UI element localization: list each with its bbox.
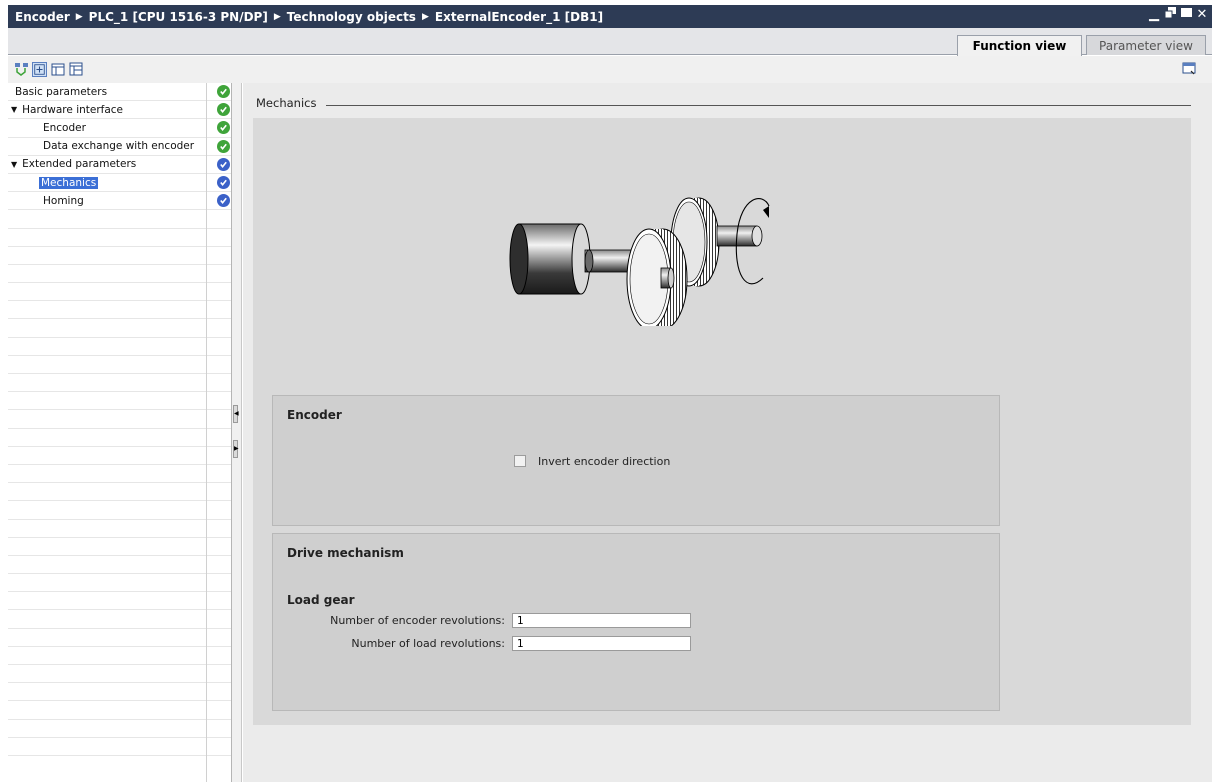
- collapse-tree-icon[interactable]: [51, 62, 66, 77]
- nav-empty-row: [8, 283, 231, 302]
- nav-empty-row: [8, 647, 231, 665]
- nav-empty-row: [8, 501, 231, 520]
- nav-empty-row: [8, 229, 231, 247]
- nav-empty-row: [8, 483, 231, 502]
- nav-empty-row: [8, 356, 231, 374]
- expanded-triangle-icon[interactable]: ▼: [11, 160, 17, 169]
- expand-right-icon[interactable]: ▶: [233, 440, 239, 458]
- nav-empty-row: [8, 338, 231, 356]
- section-divider: [326, 105, 1191, 106]
- nav-item-extended-parameters[interactable]: ▼ Extended parameters: [8, 156, 231, 174]
- panel-options-icon[interactable]: [1182, 61, 1197, 76]
- nav-empty-row: [8, 592, 231, 611]
- drive-mechanism-group-title: Drive mechanism: [287, 546, 404, 560]
- status-ok-icon: [217, 157, 230, 171]
- invert-encoder-direction-label[interactable]: Invert encoder direction: [538, 455, 670, 468]
- nav-empty-row: [8, 738, 231, 756]
- window-controls: ▁ ✕: [1148, 7, 1208, 22]
- view-tab-bar: Function view Parameter view: [8, 28, 1212, 56]
- nav-empty-row: [8, 447, 231, 465]
- function-view-content: Mechanics Encoder Invert encoder directi…: [243, 83, 1212, 782]
- nav-empty-row: [8, 720, 231, 738]
- nav-empty-row: [8, 629, 231, 647]
- status-ok-icon: [217, 175, 230, 189]
- nav-empty-row: [8, 538, 231, 556]
- status-ok-icon: [217, 139, 230, 153]
- nav-empty-row: [8, 465, 231, 484]
- status-ok-icon: [217, 103, 230, 117]
- expanded-triangle-icon[interactable]: ▼: [11, 105, 17, 114]
- breadcrumb-separator-icon: ▶: [273, 11, 281, 22]
- nav-empty-row: [8, 247, 231, 265]
- encoder-revolutions-input[interactable]: [512, 613, 691, 628]
- nav-empty-row: [8, 665, 231, 684]
- network-view-icon[interactable]: [14, 62, 29, 77]
- nav-empty-row: [8, 319, 231, 338]
- nav-empty-row: [8, 392, 231, 411]
- nav-empty-row: [8, 265, 231, 284]
- nav-empty-row: [8, 374, 231, 393]
- nav-item-label: Encoder: [43, 121, 86, 134]
- nav-item-label: Hardware interface: [22, 103, 124, 116]
- nav-item-label: Extended parameters: [22, 158, 137, 171]
- close-icon[interactable]: ✕: [1196, 7, 1208, 22]
- nav-empty-row: [8, 301, 231, 320]
- nav-item-data-exchange[interactable]: Data exchange with encoder: [8, 138, 231, 156]
- drive-mechanism-group: Drive mechanism Load gear Number of enco…: [272, 533, 1000, 711]
- load-gear-title: Load gear: [287, 593, 355, 607]
- encoder-revolutions-label: Number of encoder revolutions:: [330, 614, 505, 627]
- nav-item-label-selected: Mechanics: [39, 176, 99, 189]
- nav-item-label: Homing: [43, 194, 84, 207]
- collapse-left-icon[interactable]: ◀: [233, 405, 239, 423]
- breadcrumb-encoder[interactable]: Encoder: [15, 10, 70, 24]
- nav-empty-row: [8, 683, 231, 702]
- nav-empty-row: [8, 556, 231, 575]
- nav-empty-row: [8, 701, 231, 720]
- status-ok-icon: [217, 121, 230, 135]
- nav-item-hardware-interface[interactable]: ▼ Hardware interface: [8, 101, 231, 120]
- title-bar: Encoder ▶ PLC_1 [CPU 1516-3 PN/DP] ▶ Tec…: [8, 5, 1212, 28]
- parameter-navigation-tree: Basic parameters ▼ Hardware interface En…: [8, 83, 232, 782]
- breadcrumb-plc[interactable]: PLC_1 [CPU 1516-3 PN/DP]: [89, 10, 268, 24]
- minimize-icon[interactable]: ▁: [1148, 7, 1160, 22]
- tab-function-view[interactable]: Function view: [957, 35, 1082, 56]
- float-window-icon[interactable]: [1164, 7, 1176, 22]
- encoder-group: Encoder Invert encoder direction: [272, 395, 1000, 526]
- status-ok-icon: [217, 85, 230, 98]
- breadcrumb-external-encoder[interactable]: ExternalEncoder_1 [DB1]: [435, 10, 603, 24]
- breadcrumb-separator-icon: ▶: [421, 11, 429, 22]
- load-revolutions-label: Number of load revolutions:: [351, 637, 505, 650]
- nav-item-basic-parameters[interactable]: Basic parameters: [8, 83, 231, 102]
- breadcrumb-technology-objects[interactable]: Technology objects: [287, 10, 416, 24]
- nav-empty-row: [8, 410, 231, 429]
- section-title: Mechanics: [256, 96, 317, 110]
- nav-status-column-divider: [206, 83, 207, 782]
- nav-empty-row: [8, 574, 231, 593]
- tab-parameter-view[interactable]: Parameter view: [1086, 35, 1206, 55]
- nav-empty-row: [8, 210, 231, 229]
- maximize-icon[interactable]: [1180, 7, 1192, 22]
- expand-all-icon[interactable]: [32, 62, 47, 77]
- nav-empty-row: [8, 610, 231, 629]
- status-ok-icon: [217, 194, 230, 208]
- invert-encoder-direction-checkbox[interactable]: [514, 455, 526, 467]
- nav-empty-row: [8, 520, 231, 538]
- tree-view-icon[interactable]: [69, 62, 84, 77]
- nav-item-encoder[interactable]: Encoder: [8, 119, 231, 138]
- nav-item-homing[interactable]: Homing: [8, 192, 231, 211]
- gear-mechanism-diagram: [509, 197, 770, 326]
- nav-item-label: Basic parameters: [15, 85, 108, 98]
- nav-item-mechanics[interactable]: Mechanics: [8, 174, 231, 193]
- nav-empty-row: [8, 429, 231, 447]
- load-revolutions-input[interactable]: [512, 636, 691, 651]
- mechanics-panel: Encoder Invert encoder direction Drive m…: [253, 118, 1191, 725]
- toolbar: [8, 56, 1212, 83]
- breadcrumb-separator-icon: ▶: [75, 11, 83, 22]
- nav-item-label: Data exchange with encoder: [43, 140, 195, 153]
- panel-splitter[interactable]: ◀ ▶: [232, 83, 242, 782]
- encoder-group-title: Encoder: [287, 408, 342, 422]
